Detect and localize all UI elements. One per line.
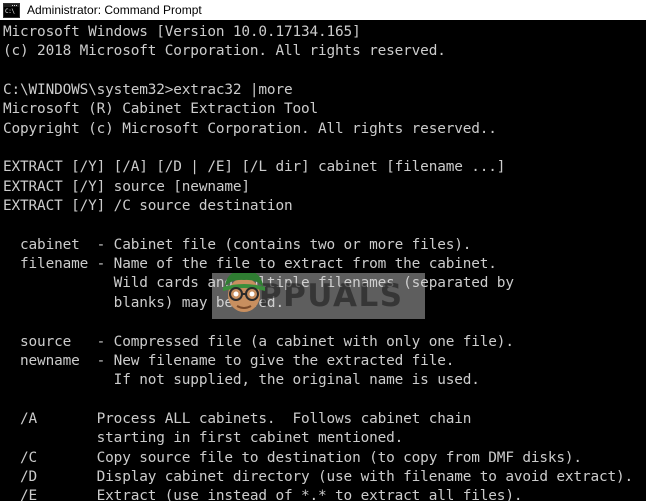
console-icon-glyph: C:\ [4, 6, 19, 17]
console-line: EXTRACT [/Y] source [newname] [3, 178, 250, 195]
console-line: (c) 2018 Microsoft Corporation. All righ… [3, 43, 446, 60]
appuals-watermark: APPUALS [212, 273, 425, 319]
console-icon: C:\ [3, 2, 20, 18]
console-line: /E Extract (use instead of *.* to extrac… [3, 488, 523, 501]
console-line: Copyright (c) Microsoft Corporation. All… [3, 120, 497, 137]
console-output-area[interactable]: Microsoft Windows [Version 10.0.17134.16… [0, 21, 646, 501]
console-line: /C Copy source file to destination (to c… [3, 449, 582, 466]
console-line: If not supplied, the original name is us… [3, 372, 480, 389]
console-line: EXTRACT [/Y] [/A] [/D | /E] [/L dir] cab… [3, 159, 506, 176]
mascot-icon [223, 273, 265, 312]
console-line: starting in first cabinet mentioned. [3, 430, 404, 447]
console-line: cabinet - Cabinet file (contains two or … [3, 236, 472, 253]
console-line: EXTRACT [/Y] /C source destination [3, 198, 293, 215]
console-line: /A Process ALL cabinets. Follows cabinet… [3, 410, 472, 427]
command-prompt-window: C:\ Administrator: Command Prompt Micros… [0, 0, 646, 501]
console-line: source - Compressed file (a cabinet with… [3, 333, 514, 350]
console-line: Microsoft (R) Cabinet Extraction Tool [3, 101, 319, 118]
console-line: /D Display cabinet directory (use with f… [3, 468, 634, 485]
window-title: Administrator: Command Prompt [27, 3, 202, 17]
window-titlebar[interactable]: C:\ Administrator: Command Prompt [0, 0, 646, 21]
console-lines: Microsoft Windows [Version 10.0.17134.16… [3, 23, 646, 501]
console-line: filename - Name of the file to extract f… [3, 256, 497, 273]
console-line: Microsoft Windows [Version 10.0.17134.16… [3, 24, 361, 40]
console-line: C:\WINDOWS\system32>extrac32 |more [3, 82, 293, 99]
console-line: newname - New filename to give the extra… [3, 352, 455, 369]
